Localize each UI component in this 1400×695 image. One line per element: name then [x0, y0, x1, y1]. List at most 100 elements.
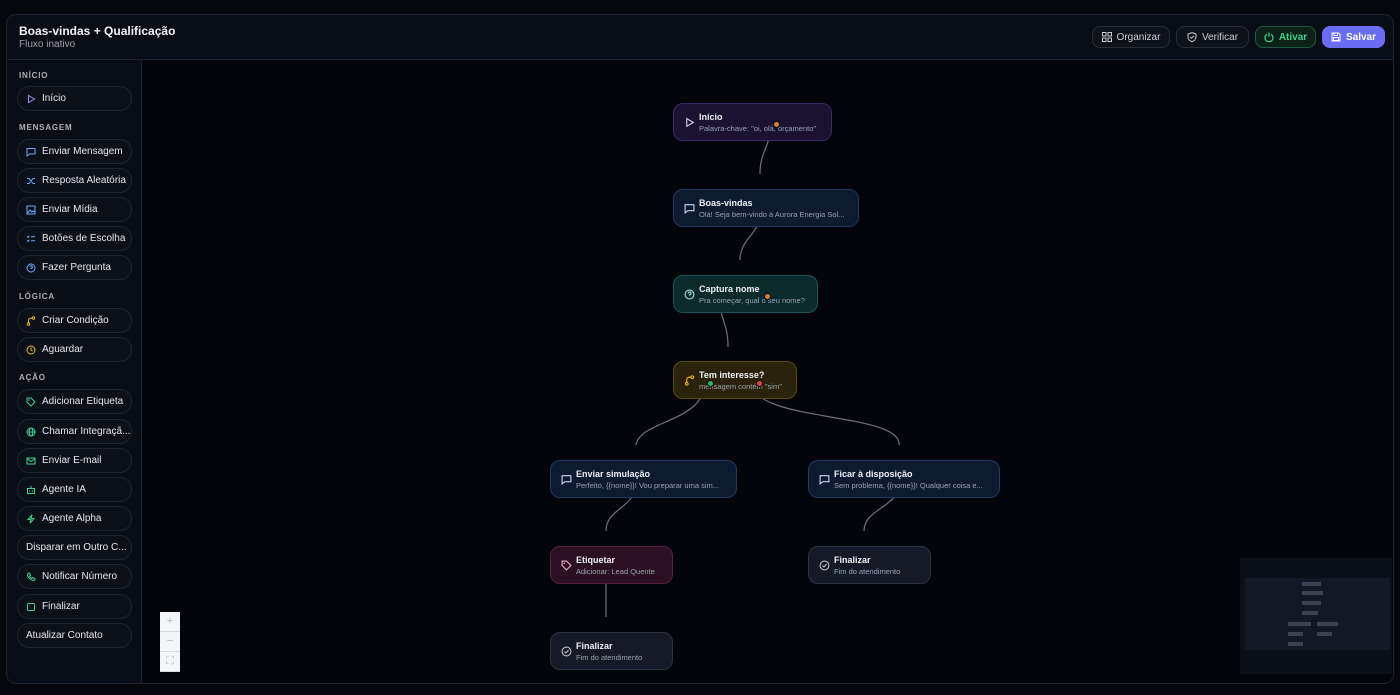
node-title: Ficar à disposição	[834, 469, 913, 479]
palette-item-adicionar-etiqueta[interactable]: Adicionar Etiqueta	[17, 389, 132, 414]
node-finalizar-1[interactable]: Finalizar Fim do atendimento	[550, 632, 673, 670]
check-circle-icon	[819, 560, 830, 571]
branch-icon	[684, 375, 695, 386]
palette-item-label: Resposta Aleatória	[42, 175, 126, 186]
play-icon	[28, 94, 36, 103]
palette-item-finalizar[interactable]: Finalizar	[17, 594, 132, 619]
zoom-controls: + − ⛶	[160, 612, 180, 672]
ativar-button[interactable]: Ativar	[1255, 26, 1316, 48]
minimap-node	[1302, 601, 1321, 605]
verificar-button[interactable]: Verificar	[1176, 26, 1249, 48]
minimap-node	[1302, 611, 1318, 615]
shuffle-icon	[27, 177, 35, 184]
save-icon	[1331, 32, 1341, 42]
palette-item-resposta-aleatoria[interactable]: Resposta Aleatória	[17, 168, 132, 193]
node-tem-interesse[interactable]: Tem interesse? mensagem contém "sim"	[673, 361, 797, 399]
node-title: Finalizar	[576, 641, 613, 651]
minimap[interactable]	[1240, 558, 1392, 674]
minimap-node	[1317, 622, 1338, 626]
node-title: Finalizar	[834, 555, 871, 565]
node-palette-sidebar: INÍCIO Início MENSAGEM Enviar Mensagem R…	[7, 60, 142, 683]
node-subtitle: Pra começar, qual o seu nome?	[699, 296, 805, 305]
node-subtitle: Adicionar: Lead Quente	[576, 567, 655, 576]
verificar-label: Verificar	[1201, 31, 1239, 43]
grid-icon	[1101, 32, 1112, 42]
fit-view-button[interactable]: ⛶	[160, 652, 180, 672]
flow-canvas[interactable]: Início Palavra-chave: "oi, olá, orçament…	[142, 60, 1393, 683]
flow-editor-window: Boas-vindas + Qualificação Fluxo inativo…	[6, 14, 1394, 684]
node-inicio[interactable]: Início Palavra-chave: "oi, olá, orçament…	[673, 103, 832, 141]
palette-item-label: Criar Condição	[42, 315, 109, 326]
palette-item-label: Atualizar Contato	[26, 630, 103, 641]
message-icon	[819, 475, 830, 485]
ativar-label: Ativar	[1278, 31, 1308, 43]
palette-item-label: Chamar Integraçã...	[42, 426, 131, 437]
node-subtitle: Olá! Seja bem-vindo à Aurora Energia Sol…	[699, 210, 845, 219]
flow-title: Boas-vindas + Qualificação	[19, 24, 176, 38]
palette-item-inicio[interactable]: Início	[17, 86, 132, 111]
section-inicio: INÍCIO	[19, 71, 49, 80]
palette-item-chamar-integracao[interactable]: Chamar Integraçã...	[17, 419, 132, 444]
node-ficar-disposicao[interactable]: Ficar à disposição Sem problema, {{nome}…	[808, 460, 1000, 498]
node-title: Início	[699, 112, 723, 122]
organizar-button[interactable]: Organizar	[1092, 26, 1170, 48]
palette-item-aguardar[interactable]: Aguardar	[17, 337, 132, 362]
image-icon	[26, 205, 36, 214]
salvar-button[interactable]: Salvar	[1322, 26, 1385, 48]
play-icon	[686, 117, 695, 128]
minimap-node	[1317, 632, 1332, 636]
true-handle[interactable]	[707, 380, 714, 387]
palette-item-agente-alpha[interactable]: Agente Alpha	[17, 506, 132, 531]
palette-item-label: Agente Alpha	[42, 513, 102, 524]
palette-item-enviar-mensagem[interactable]: Enviar Mensagem	[17, 139, 132, 164]
salvar-label: Salvar	[1345, 31, 1377, 43]
message-icon	[684, 204, 695, 214]
false-handle[interactable]	[756, 380, 763, 387]
palette-item-label: Notificar Número	[42, 571, 118, 582]
palette-item-criar-condicao[interactable]: Criar Condição	[17, 308, 132, 333]
branch-icon	[26, 315, 36, 326]
node-etiquetar[interactable]: Etiquetar Adicionar: Lead Quente	[550, 546, 673, 584]
section-acao: AÇÃO	[19, 373, 46, 382]
palette-item-label: Enviar E-mail	[42, 455, 102, 466]
zoom-in-button[interactable]: +	[160, 612, 180, 632]
question-icon	[684, 289, 695, 300]
node-subtitle: Palavra-chave: "oi, olá, orçamento"	[699, 124, 817, 133]
palette-item-botoes-escolha[interactable]: Botões de Escolha	[17, 226, 132, 251]
palette-item-disparar-outro[interactable]: Disparar em Outro C...	[17, 535, 132, 560]
node-finalizar-2[interactable]: Finalizar Fim do atendimento	[808, 546, 931, 584]
node-subtitle: Sem problema, {{nome}}! Qualquer coisa e…	[834, 481, 983, 490]
minimap-node	[1302, 591, 1323, 595]
palette-item-enviar-midia[interactable]: Enviar Mídia	[17, 197, 132, 222]
palette-item-label: Finalizar	[42, 601, 80, 612]
list-check-icon	[26, 234, 35, 242]
output-handle[interactable]	[764, 293, 771, 300]
node-enviar-simulacao[interactable]: Enviar simulação Perfeito, {{nome}}! Vou…	[550, 460, 737, 498]
node-boas-vindas[interactable]: Boas-vindas Olá! Seja bem-vindo à Aurora…	[673, 189, 859, 227]
tag-icon	[561, 560, 572, 571]
palette-item-label: Disparar em Outro C...	[26, 542, 127, 553]
palette-item-label: Botões de Escolha	[42, 233, 126, 244]
minimap-node	[1288, 642, 1303, 646]
message-icon	[561, 475, 572, 485]
node-subtitle: Fim do atendimento	[834, 567, 901, 576]
robot-icon	[27, 485, 35, 494]
output-handle[interactable]	[773, 121, 780, 128]
palette-item-atualizar-contato[interactable]: Atualizar Contato	[17, 623, 132, 648]
minimap-node	[1288, 622, 1311, 626]
power-icon	[1264, 32, 1274, 42]
zap-icon	[26, 513, 36, 524]
node-subtitle: Fim do atendimento	[576, 653, 643, 662]
header: Boas-vindas + Qualificação Fluxo inativo…	[7, 15, 1393, 60]
zoom-out-button[interactable]: −	[160, 632, 180, 652]
node-captura-nome[interactable]: Captura nome Pra começar, qual o seu nom…	[673, 275, 818, 313]
palette-item-notificar-numero[interactable]: Notificar Número	[17, 564, 132, 589]
palette-item-enviar-email[interactable]: Enviar E-mail	[17, 448, 132, 473]
palette-item-label: Agente IA	[42, 484, 86, 495]
palette-item-fazer-pergunta[interactable]: Fazer Pergunta	[17, 255, 132, 280]
palette-item-agente-ia[interactable]: Agente IA	[17, 477, 132, 502]
check-circle-icon	[561, 646, 572, 657]
palette-item-label: Enviar Mídia	[42, 204, 98, 215]
minimap-node	[1288, 632, 1303, 636]
mail-icon	[26, 457, 36, 464]
